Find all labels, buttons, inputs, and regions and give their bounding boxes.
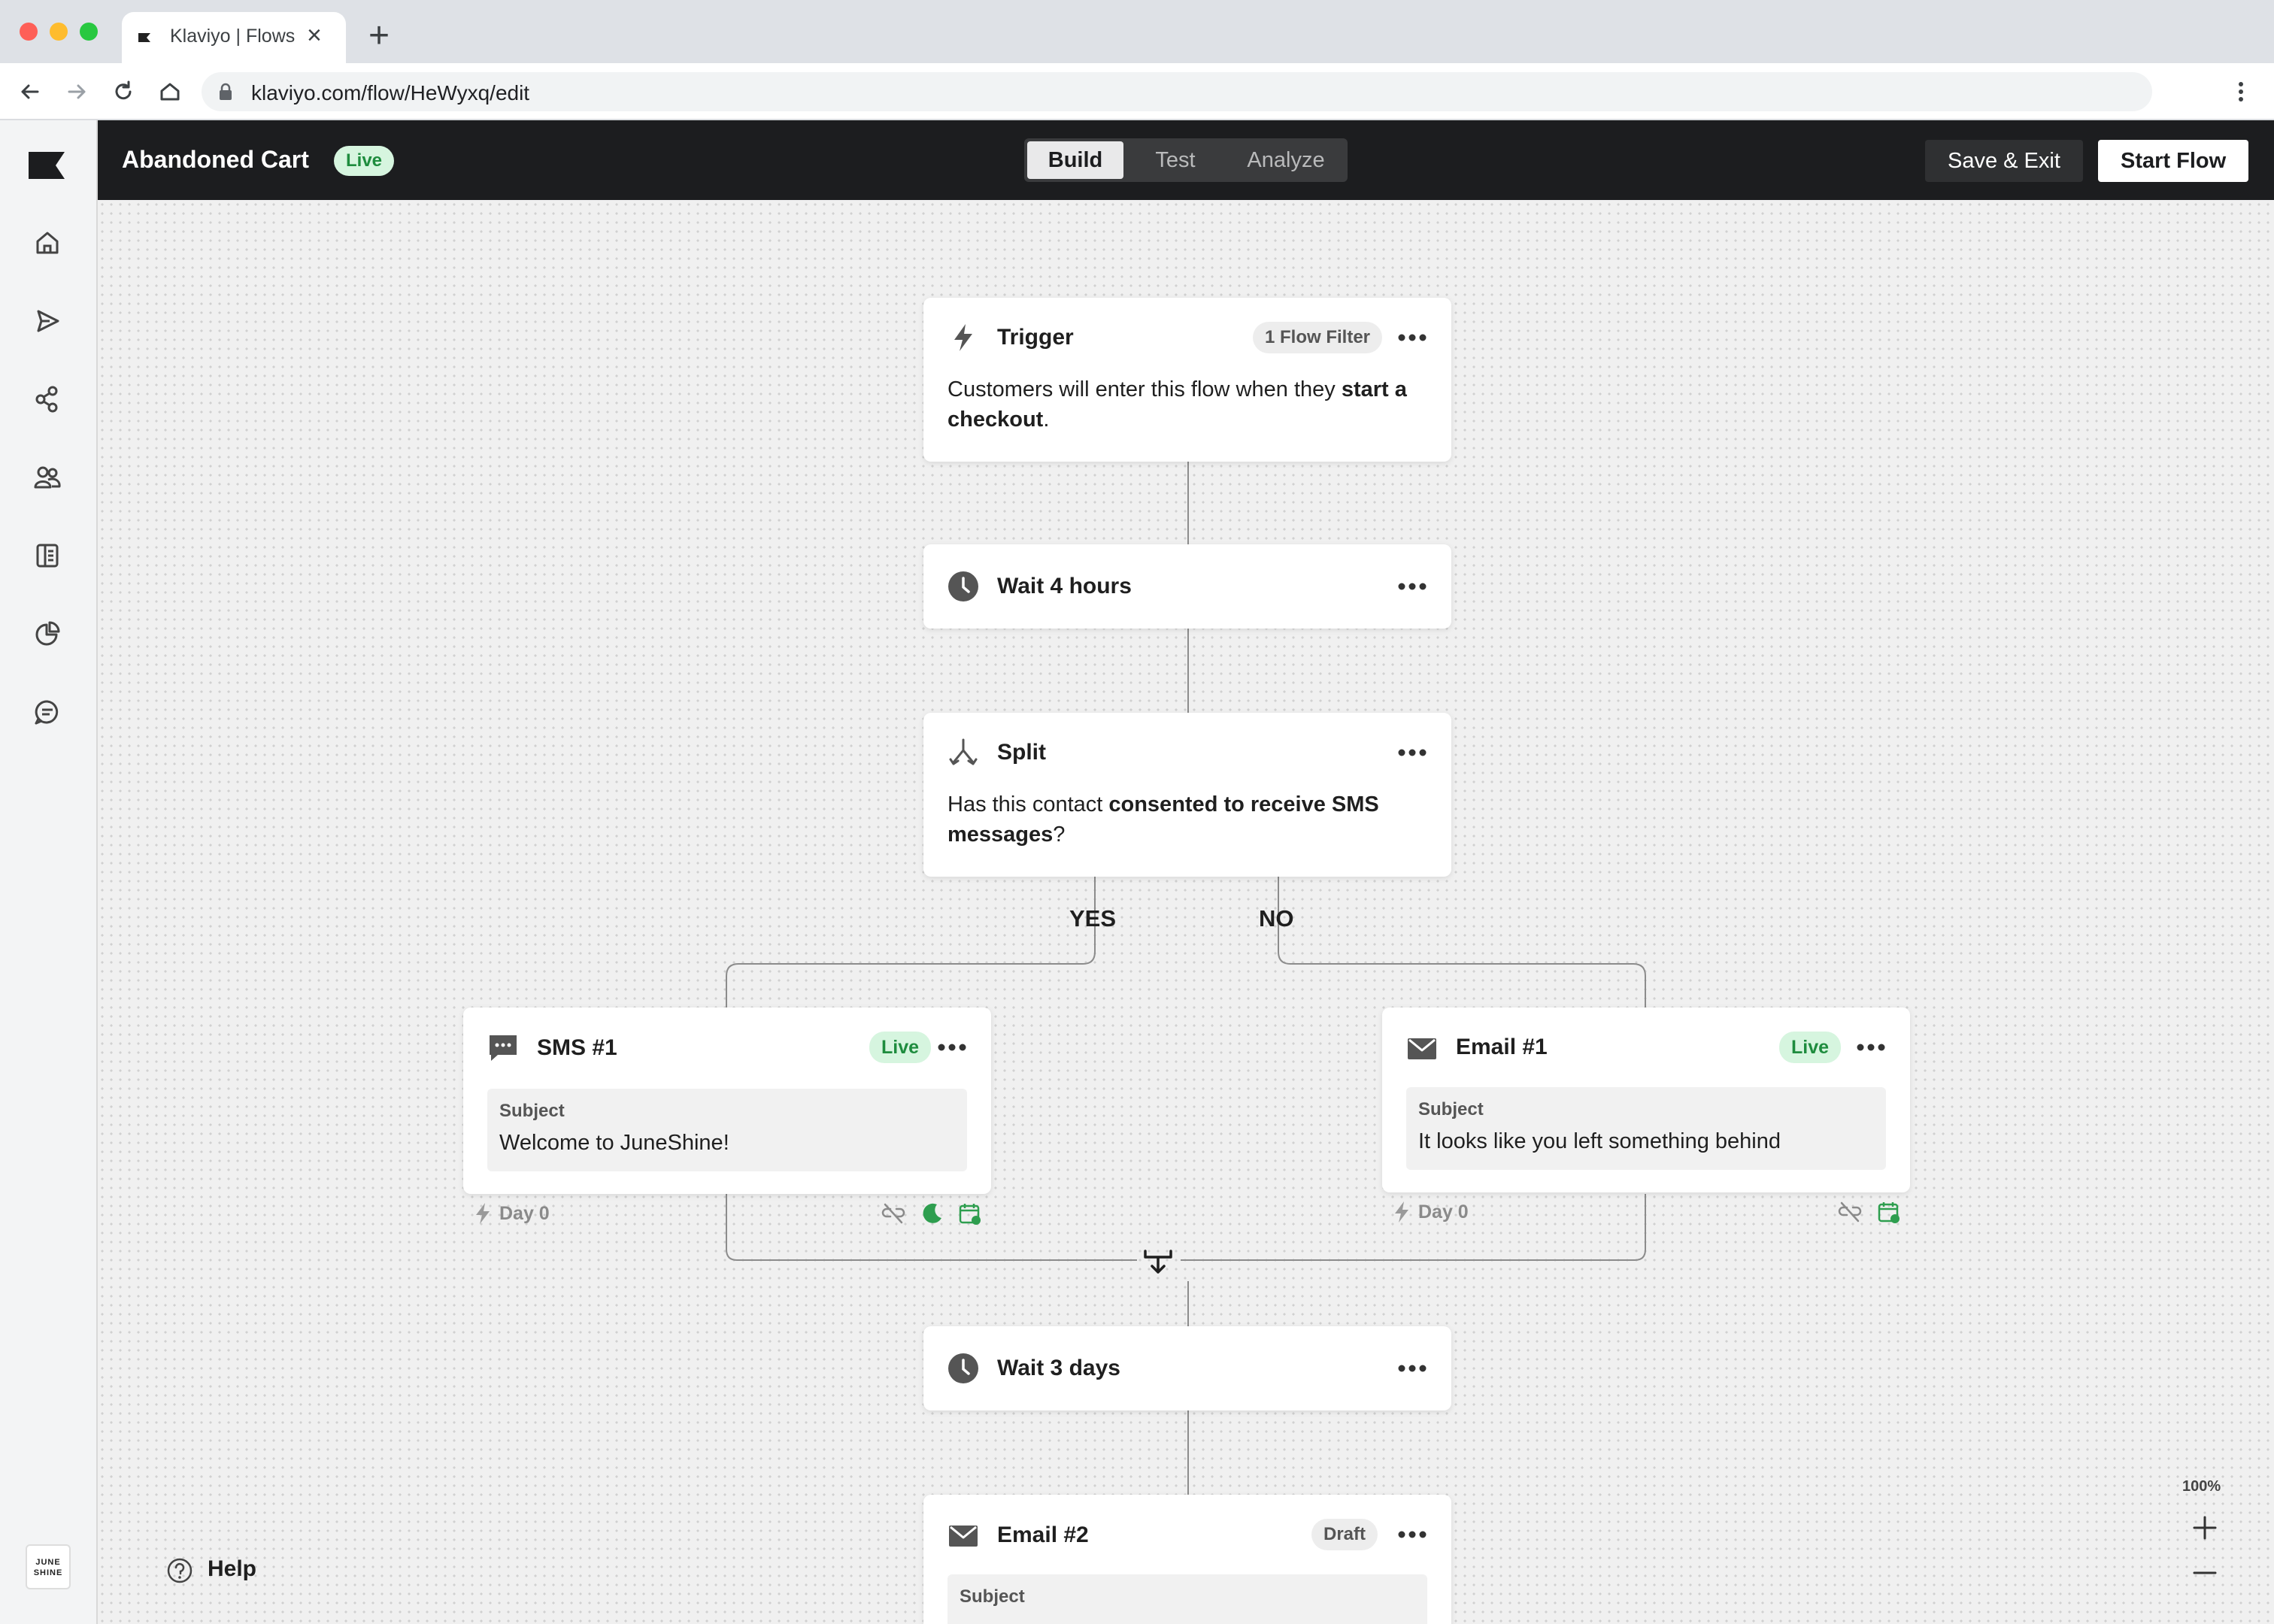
quiet-hours-moon-icon[interactable] [920, 1201, 944, 1226]
email-title: Email #2 [997, 1522, 1089, 1547]
wait-more-icon[interactable] [1397, 1363, 1427, 1374]
sms-icon [490, 1035, 517, 1061]
start-flow-button[interactable]: Start Flow [2098, 140, 2249, 182]
browser-toolbar: klaviyo.com/flow/HeWyxq/edit [0, 63, 2274, 120]
trigger-description: Customers will enter this flow when they… [948, 377, 1407, 432]
view-tabs: Build Test Analyze [1024, 138, 1348, 182]
left-navigation-rail: JUNE SHINE [0, 120, 98, 1624]
email-card[interactable]: Email #1 Live Subject It looks like you … [1382, 1007, 1910, 1192]
sms-day-label: Day 0 [499, 1203, 550, 1224]
subject-label: Subject [1418, 1099, 1484, 1120]
trigger-title: Trigger [997, 325, 1074, 350]
email-title: Email #1 [1456, 1035, 1548, 1059]
email-more-icon[interactable] [1397, 1529, 1427, 1540]
wait-card[interactable]: Wait 4 hours [923, 544, 1451, 629]
split-card[interactable]: Split Has this contact consented to rece… [923, 713, 1451, 877]
email-subject-box: Subject [948, 1574, 1427, 1624]
merge-branches-icon[interactable] [1139, 1242, 1177, 1280]
window-close-button[interactable] [20, 23, 38, 41]
email-day-label: Day 0 [1418, 1201, 1469, 1223]
envelope-icon [1408, 1038, 1436, 1059]
klaviyo-favicon-icon [138, 33, 150, 42]
sms-card[interactable]: SMS #1 Live Subject Welcome to JuneShine… [463, 1007, 991, 1194]
unlinked-icon[interactable] [881, 1201, 905, 1226]
email-subject: It looks like you left something behind [1418, 1129, 1781, 1153]
trigger-more-icon[interactable] [1397, 332, 1427, 343]
email-status-badge: Live [1779, 1032, 1842, 1063]
clock-icon [948, 571, 978, 601]
split-more-icon[interactable] [1397, 747, 1427, 758]
address-bar[interactable]: klaviyo.com/flow/HeWyxq/edit [202, 72, 2152, 111]
flow-header: Abandoned Cart Live Build Test Analyze S… [98, 120, 2274, 200]
flow-filter-badge[interactable]: 1 Flow Filter [1253, 322, 1383, 353]
window-maximize-button[interactable] [80, 23, 98, 41]
tab-test[interactable]: Test [1126, 141, 1224, 179]
tab-build[interactable]: Build [1027, 141, 1123, 179]
new-tab-icon[interactable]: + [368, 18, 390, 54]
smart-sending-calendar-icon[interactable] [958, 1201, 982, 1226]
flow-canvas[interactable]: Trigger 1 Flow Filter Customers will ent… [98, 200, 2274, 1624]
wait-card[interactable]: Wait 3 days [923, 1326, 1451, 1410]
subject-label: Subject [499, 1101, 565, 1121]
split-title: Split [997, 740, 1046, 765]
forward-icon[interactable] [62, 77, 92, 107]
email-more-icon[interactable] [1856, 1042, 1886, 1053]
sms-status-badge: Live [869, 1032, 932, 1063]
split-description: Has this contact consented to receive SM… [948, 792, 1379, 847]
flows-icon[interactable] [32, 383, 63, 415]
email-subject-box: Subject It looks like you left something… [1406, 1087, 1886, 1170]
wait-label: Wait 3 days [997, 1356, 1120, 1380]
account-brand-logo[interactable]: JUNE SHINE [26, 1544, 71, 1589]
wait-more-icon[interactable] [1397, 581, 1427, 592]
analytics-icon[interactable] [32, 618, 63, 650]
back-icon[interactable] [15, 77, 45, 107]
flow-status-badge: Live [334, 146, 395, 176]
zoom-in-icon[interactable] [2190, 1513, 2220, 1543]
zoom-out-icon[interactable] [2190, 1558, 2220, 1588]
sms-title: SMS #1 [537, 1035, 617, 1060]
klaviyo-logo-icon[interactable] [29, 152, 65, 179]
campaigns-icon[interactable] [32, 305, 63, 337]
email-trigger-bolt-icon [1395, 1201, 1408, 1223]
browser-tab[interactable]: Klaviyo | Flows × [122, 12, 346, 63]
sms-more-icon[interactable] [937, 1042, 967, 1053]
lock-icon [220, 83, 232, 100]
sms-subject: Welcome to JuneShine! [499, 1131, 729, 1155]
window-minimize-button[interactable] [50, 23, 68, 41]
tab-title: Klaviyo | Flows [170, 26, 296, 47]
content-icon[interactable] [32, 540, 63, 571]
clock-icon [948, 1353, 978, 1383]
trigger-card[interactable]: Trigger 1 Flow Filter Customers will ent… [923, 298, 1451, 462]
help-question-icon [167, 1558, 193, 1583]
email-status-badge: Draft [1311, 1519, 1378, 1550]
audience-icon[interactable] [32, 462, 63, 493]
flow-name[interactable]: Abandoned Cart [122, 146, 309, 174]
home-button-icon[interactable] [155, 77, 185, 107]
home-icon[interactable] [32, 227, 63, 259]
wait-label: Wait 4 hours [997, 574, 1132, 598]
email-card[interactable]: Email #2 Draft Subject [923, 1495, 1451, 1624]
sms-subject-box: Subject Welcome to JuneShine! [487, 1089, 967, 1171]
subject-label: Subject [960, 1586, 1025, 1607]
no-branch-label: NO [1259, 905, 1294, 932]
smart-sending-calendar-icon[interactable] [1877, 1200, 1901, 1224]
zoom-level: 100% [2182, 1478, 2221, 1495]
envelope-icon [949, 1526, 978, 1547]
yes-branch-label: YES [1069, 905, 1117, 932]
save-exit-button[interactable]: Save & Exit [1925, 140, 2083, 182]
url-text: klaviyo.com/flow/HeWyxq/edit [251, 81, 530, 105]
help-label: Help [208, 1556, 257, 1581]
lightning-icon [954, 324, 972, 351]
reload-icon[interactable] [108, 77, 138, 107]
conversations-icon[interactable] [32, 696, 63, 728]
tab-close-icon[interactable]: × [307, 23, 322, 48]
unlinked-icon[interactable] [1838, 1200, 1862, 1224]
split-icon [949, 738, 978, 765]
browser-tab-bar: Klaviyo | Flows × + [0, 0, 2274, 63]
tab-analyze[interactable]: Analyze [1227, 141, 1345, 179]
browser-menu-icon[interactable] [2233, 77, 2248, 107]
sms-trigger-bolt-icon [476, 1203, 490, 1224]
